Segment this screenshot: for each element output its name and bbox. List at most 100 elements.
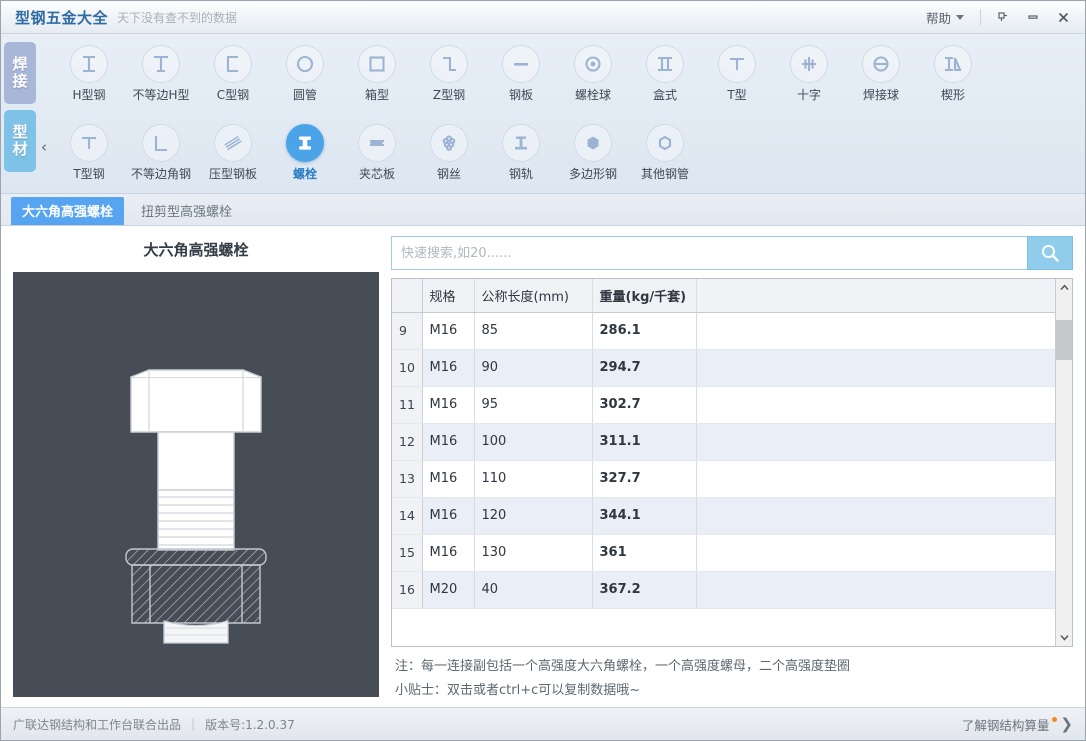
- cell-weight: 286.1: [592, 312, 697, 350]
- cell-weight: 367.2: [592, 571, 697, 609]
- table-row[interactable]: 15 M16 130 361: [392, 534, 1055, 572]
- promo-link[interactable]: 了解钢结构算量 ❯: [962, 715, 1073, 734]
- grid-viewport: 规格 公称长度(mm) 重量(kg/千套) 9 M16 85 286.1 10 …: [392, 279, 1055, 646]
- ribbon-label: 箱型: [364, 87, 389, 102]
- ribbon-toolbar: 焊 接 型 材 ‹ H型钢 不等边H型 C型钢 圆管 箱型 Z型钢 钢板 螺栓球…: [1, 34, 1085, 194]
- category-tab-welding[interactable]: 焊 接: [4, 42, 36, 104]
- ribbon-item-steel-plate[interactable]: 钢板: [485, 44, 557, 103]
- ribbon-item-t-beam[interactable]: T型钢: [53, 124, 125, 182]
- table-row[interactable]: 12 M16 100 311.1: [392, 423, 1055, 461]
- vertical-scrollbar[interactable]: [1055, 279, 1072, 646]
- ribbon-item-steel-wire[interactable]: 钢丝: [413, 124, 485, 182]
- pin-button[interactable]: [989, 5, 1017, 29]
- ribbon-item-unequal-h-beam[interactable]: 不等边H型: [125, 44, 197, 103]
- ribbon-item-box-type[interactable]: 盒式: [629, 44, 701, 103]
- tab-large-hex-bolt[interactable]: 大六角高强螺栓: [11, 197, 125, 225]
- ribbon-item-box-section[interactable]: 箱型: [341, 44, 413, 103]
- column-header-length[interactable]: 公称长度(mm): [474, 279, 593, 313]
- cell-index: 9: [392, 312, 423, 350]
- welded-ball-icon: [862, 44, 900, 83]
- table-row[interactable]: 10 M16 90 294.7: [392, 349, 1055, 387]
- unequal-angle-icon: [142, 124, 180, 163]
- other-pipe-icon: [646, 124, 684, 163]
- scroll-up-button[interactable]: [1055, 279, 1072, 296]
- cell-length: 120: [474, 497, 593, 535]
- search-row: [391, 236, 1073, 270]
- pin-icon: [998, 12, 1007, 21]
- bolt-image-panel: [13, 272, 379, 697]
- ribbon-label: C型钢: [216, 87, 250, 102]
- rail-icon: [502, 124, 540, 163]
- column-header-weight[interactable]: 重量(kg/千套): [592, 279, 697, 313]
- table-row[interactable]: 13 M16 110 327.7: [392, 460, 1055, 498]
- ribbon-item-rail[interactable]: 钢轨: [485, 124, 557, 182]
- column-header-spec[interactable]: 规格: [422, 279, 475, 313]
- ribbon-item-cross-section[interactable]: 十字: [773, 44, 845, 103]
- help-menu-button[interactable]: 帮助: [918, 5, 972, 30]
- cross-section-icon: [790, 44, 828, 83]
- cell-filler: [696, 571, 1055, 609]
- product-title: 大六角高强螺栓: [143, 241, 249, 259]
- ribbon-item-sandwich-panel[interactable]: 夹芯板: [341, 124, 413, 182]
- cell-spec: M16: [422, 497, 475, 535]
- chevron-down-icon: [956, 14, 964, 20]
- company-label: 广联达钢结构和工作台联合出品: [13, 717, 182, 732]
- search-input[interactable]: [391, 236, 1027, 270]
- collapse-ribbon-button[interactable]: ‹: [41, 138, 47, 156]
- chevron-up-icon: [1059, 284, 1069, 291]
- scrollbar-track[interactable]: [1056, 296, 1072, 629]
- category-label-profile-1: 型: [12, 123, 28, 142]
- main-content: 大六角高强螺栓 快速搜索,如20...... 规格 公称长度(mm) 重量(kg…: [1, 226, 1085, 707]
- column-header-index[interactable]: [392, 279, 423, 313]
- box-type-icon: [646, 44, 684, 83]
- scroll-down-button[interactable]: [1055, 628, 1072, 646]
- cell-filler: [696, 460, 1055, 498]
- table-row[interactable]: 16 M20 40 367.2: [392, 571, 1055, 609]
- promo-label: 了解钢结构算量: [961, 717, 1050, 733]
- ribbon-row-profile: T型钢 不等边角钢 压型钢板 螺栓 夹芯板 钢丝 钢轨 多边形钢 其他钢管: [53, 114, 1085, 194]
- table-row[interactable]: 9 M16 85 286.1: [392, 312, 1055, 350]
- ribbon-label: 钢轨: [508, 167, 533, 182]
- ribbon-item-bolt[interactable]: 螺栓: [269, 124, 341, 182]
- table-body: 9 M16 85 286.1 10 M16 90 294.7 11 M16 95…: [392, 312, 1055, 609]
- cell-weight: 311.1: [592, 423, 697, 461]
- ribbon-item-t-section[interactable]: T型: [701, 44, 773, 103]
- window-controls: [989, 5, 1077, 29]
- ribbon-label: 不等边H型: [132, 87, 190, 102]
- scrollbar-thumb[interactable]: [1056, 320, 1072, 360]
- ribbon-item-z-section[interactable]: Z型钢: [413, 44, 485, 103]
- search-button[interactable]: [1027, 236, 1073, 270]
- minimize-button[interactable]: [1019, 5, 1047, 29]
- column-header-filler: [696, 279, 1055, 313]
- cell-length: 110: [474, 460, 593, 498]
- ribbon-item-bolt-ball[interactable]: 螺栓球: [557, 44, 629, 103]
- ribbon-item-h-beam[interactable]: H型钢: [53, 44, 125, 103]
- ribbon-item-corrugated-plate[interactable]: 压型钢板: [197, 124, 269, 182]
- ribbon-item-c-channel[interactable]: C型钢: [197, 44, 269, 103]
- note-line-2: 小贴士：双击或者ctrl+c可以复制数据哦~: [395, 682, 641, 698]
- tab-torshear-bolt[interactable]: 扭剪型高强螺栓: [130, 197, 243, 225]
- ribbon-item-wedge[interactable]: 楔形: [917, 44, 989, 103]
- ribbon-item-round-pipe[interactable]: 圆管: [269, 44, 341, 103]
- ribbon-label: 钢丝: [436, 167, 461, 182]
- cell-index: 13: [392, 460, 423, 498]
- ribbon-item-welded-ball[interactable]: 焊接球: [845, 44, 917, 103]
- app-title: 型钢五金大全: [15, 8, 109, 27]
- ribbon-label: T型: [727, 87, 747, 102]
- ribbon-item-other-pipe[interactable]: 其他钢管: [629, 124, 701, 182]
- ribbon-label: 压型钢板: [208, 167, 257, 182]
- ribbon-item-polygon-steel[interactable]: 多边形钢: [557, 124, 629, 182]
- category-tab-profile[interactable]: 型 材: [4, 110, 36, 172]
- ribbon-item-unequal-angle[interactable]: 不等边角钢: [125, 124, 197, 182]
- t-section-icon: [718, 44, 756, 83]
- ribbon-label: 圆管: [292, 87, 317, 102]
- cell-spec: M16: [422, 312, 475, 350]
- close-button[interactable]: [1049, 5, 1077, 29]
- category-rail: 焊 接 型 材: [1, 34, 39, 193]
- cell-filler: [696, 386, 1055, 424]
- application-window: 型钢五金大全 天下没有查不到的数据 帮助 焊 接 型 材 ‹ H型钢 不等边H型…: [0, 0, 1086, 741]
- ribbon-label: 不等边角钢: [130, 167, 191, 182]
- table-row[interactable]: 14 M16 120 344.1: [392, 497, 1055, 535]
- table-row[interactable]: 11 M16 95 302.7: [392, 386, 1055, 424]
- bolt-table: 规格 公称长度(mm) 重量(kg/千套) 9 M16 85 286.1 10 …: [392, 279, 1055, 609]
